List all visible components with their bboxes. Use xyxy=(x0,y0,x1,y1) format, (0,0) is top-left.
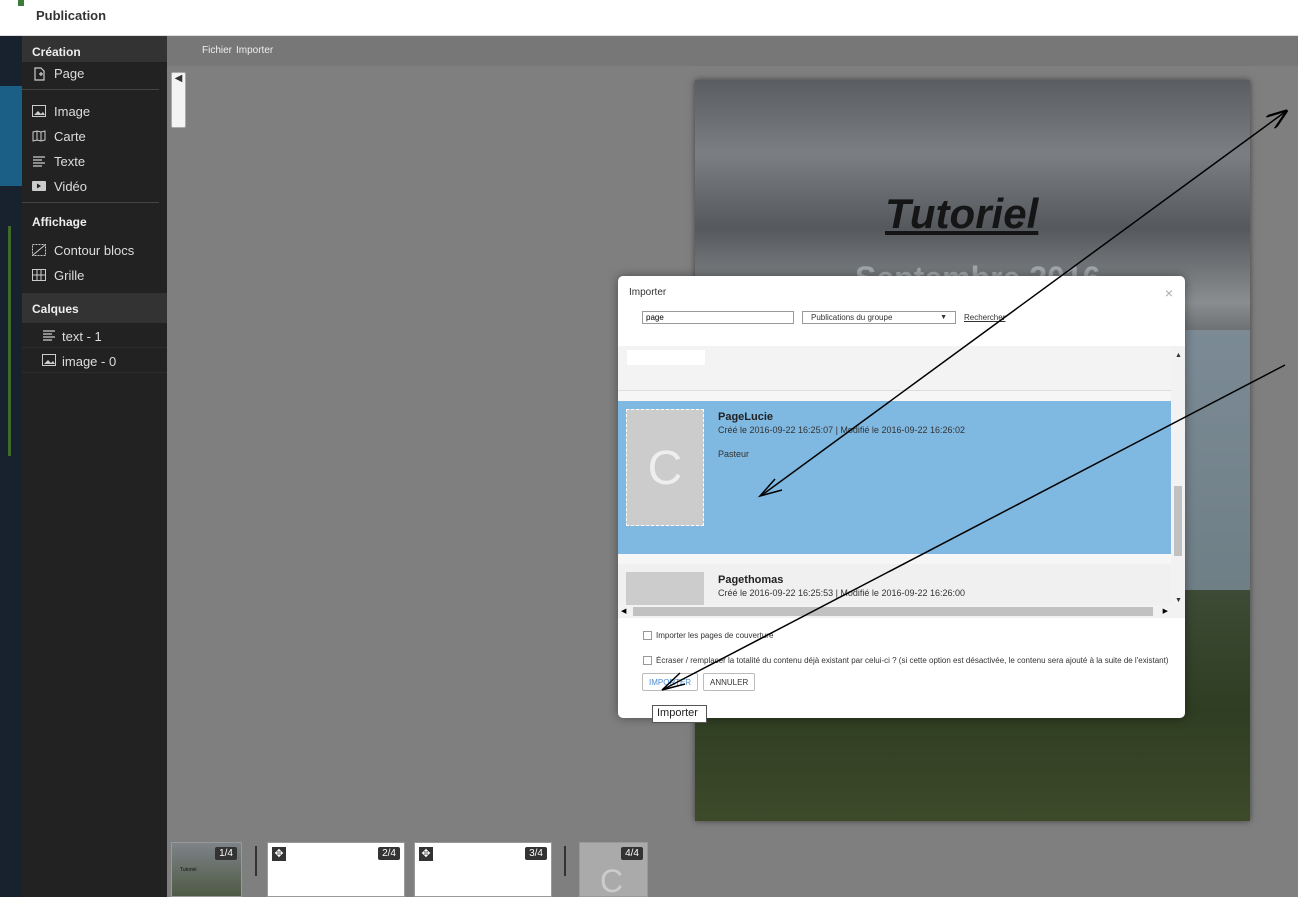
annotation-arrow-selected xyxy=(761,112,1285,496)
annotation-arrow-import xyxy=(663,364,1286,690)
annotation-arrows xyxy=(661,0,1298,691)
annotation-arrowhead xyxy=(661,672,686,691)
